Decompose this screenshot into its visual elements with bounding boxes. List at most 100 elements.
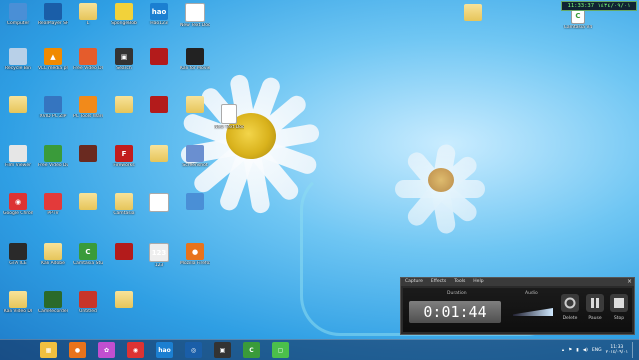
desktop-icon-film[interactable] xyxy=(144,96,174,134)
desktop-icon-folder[interactable] xyxy=(73,193,103,231)
desktop-icon-folder[interactable] xyxy=(180,96,210,134)
dub-icon xyxy=(44,145,62,162)
taskbar-realplayer-button[interactable]: ◎ xyxy=(185,342,202,358)
desktop-icon-dub[interactable]: Free Video Dub xyxy=(38,145,68,183)
desktop-icon-camtasia-v4[interactable]: C Camtasia V4 xyxy=(563,8,593,46)
taskbar-picasa-button[interactable]: ✿ xyxy=(98,342,115,358)
desktop-icon-folder[interactable]: L xyxy=(73,3,103,41)
desktop-icon-folder[interactable] xyxy=(144,145,174,183)
desktop-icon-folder[interactable]: Camtasia xyxy=(109,193,139,231)
desktop-icon-sponge[interactable]: SpongeBob xyxy=(109,3,139,41)
desktop-icon-computer[interactable]: Computer xyxy=(3,3,33,41)
taskbar-search-button[interactable]: ▣ xyxy=(214,342,231,358)
menu-tools[interactable]: Tools xyxy=(454,278,465,286)
taskbar-camtasia-button[interactable]: C xyxy=(243,342,260,358)
stop-button[interactable] xyxy=(610,294,628,312)
desktop-icon-movie[interactable]: Kali for Movie xyxy=(180,48,210,86)
desktop-icon-doc3[interactable]: 123 123 xyxy=(144,243,174,281)
stop-icon xyxy=(614,298,624,308)
taskbar-hao123-button[interactable]: hao xyxy=(156,342,173,358)
doc2-icon xyxy=(149,193,169,212)
desktop-icon-doc2[interactable] xyxy=(144,193,174,231)
desktop-icon-label: New Text Document xyxy=(214,125,244,130)
text-document-icon xyxy=(221,104,237,124)
desktop-icon-reel[interactable]: Film Viewer xyxy=(3,145,33,183)
flag-icon[interactable]: ⚑ xyxy=(568,348,572,353)
desktop-icon-folder[interactable]: Kali Video Dl xyxy=(3,291,33,329)
desktop-icon-screenshot[interactable]: Screenshot xyxy=(180,145,210,183)
taskbar-camtasia-recorder-button[interactable]: ▢ xyxy=(272,342,289,358)
camrec-icon xyxy=(44,291,62,308)
tray-arrow-icon[interactable]: ▴ xyxy=(562,348,564,353)
duration-label: Duration xyxy=(447,291,467,296)
desktop-icon-untitled[interactable]: Untitled xyxy=(73,291,103,329)
recorder-menubar: Capture Effects Tools Help xyxy=(401,278,634,286)
menu-capture[interactable]: Capture xyxy=(405,278,423,286)
desktop-icon-bin[interactable]: Recycle Bin xyxy=(3,48,33,86)
show-desktop-button[interactable] xyxy=(632,342,637,358)
camtasia-recorder-window[interactable]: Capture Effects Tools Help × Duration 0:… xyxy=(400,277,635,335)
camtasia-icon: C xyxy=(79,243,97,260)
desktop-icon-label: Screenshot xyxy=(182,163,208,168)
desktop-icon-label: Kali Adobe xyxy=(41,261,65,266)
taskbar-windows-explorer-button[interactable]: ▦ xyxy=(40,342,57,358)
flash-icon: F xyxy=(115,145,133,162)
desktop-icon-label: Fireworks xyxy=(113,163,135,168)
desktop-icon-folder[interactable] xyxy=(3,96,33,134)
desktop-icon-film[interactable] xyxy=(144,48,174,86)
gear-icon xyxy=(44,96,62,113)
folder-icon xyxy=(79,3,97,20)
desktop-icon-pctools[interactable]: PC Tools Ware xyxy=(73,96,103,134)
desktop-background: Computer RealPlayer SP L SpongeBob hao Hao123… xyxy=(0,0,639,360)
desktop-icon-label: New Text Document xyxy=(180,23,210,28)
search-icon: ▣ xyxy=(115,48,133,65)
volume-icon[interactable]: ◀) xyxy=(583,348,588,353)
desktop-icon-label: RealPlayer SP xyxy=(38,21,68,26)
desktop-icon-folder[interactable]: Kali Adobe xyxy=(38,243,68,281)
desktop-icon-firefox[interactable]: ● Mozilla Firefox xyxy=(180,243,210,281)
desktop-icon-folder[interactable] xyxy=(109,96,139,134)
audio-level-meter[interactable] xyxy=(513,308,553,316)
taskbar-firefox-button[interactable]: ● xyxy=(69,342,86,358)
desktop-icon-doc[interactable]: New Text Document xyxy=(180,3,210,41)
desktop-icon-film[interactable] xyxy=(109,243,139,281)
taskbar: ▦ ● ✿ ◉ hao ◎ ▣ C ▢ ▴ ⚑ ▮ ◀) ENG 11:33 ٢٠١٤/٠٩/٠… xyxy=(0,339,639,360)
pause-button[interactable] xyxy=(586,294,604,312)
network-icon[interactable]: ▮ xyxy=(576,348,578,353)
desktop-icon-label: XVID PC ZIP xyxy=(39,114,67,119)
film-icon xyxy=(150,96,168,113)
desktop-icon-top-right-folder[interactable] xyxy=(458,4,488,42)
bin-icon xyxy=(9,48,27,65)
language-indicator[interactable]: ENG xyxy=(592,348,602,353)
desktop-icon-hao[interactable]: hao Hao123 xyxy=(144,3,174,41)
desktop-icon-search[interactable]: ▣ Search xyxy=(109,48,139,86)
desktop-icon-new-text-document[interactable]: New Text Document xyxy=(214,104,244,142)
desktop-icon-chrome[interactable]: ◉Google Chrome xyxy=(3,193,33,231)
taskbar-clock[interactable]: 11:33 ٢٠١٤/٠٩/٠١ xyxy=(606,345,628,355)
desktop-icon-gta[interactable]: GTA ICE xyxy=(3,243,33,281)
desktop-icon-vlc[interactable]: ▲VLC media player xyxy=(38,48,68,86)
desktop-icon-gear[interactable]: XVID PC ZIP xyxy=(38,96,68,134)
desktop-icon-folder[interactable] xyxy=(109,291,139,329)
pctools-icon xyxy=(79,96,97,113)
start-button[interactable] xyxy=(2,342,19,358)
desktop-icon-camtasia[interactable]: CCamtasia Studio 8 xyxy=(73,243,103,281)
menu-help[interactable]: Help xyxy=(473,278,483,286)
desktop-icon-movie2[interactable] xyxy=(73,145,103,183)
menu-effects[interactable]: Effects xyxy=(431,278,446,286)
clock-overlay: 11:33:37 ١٤٣٤/٠٩/٠١ xyxy=(561,1,637,11)
desktop-icon-pptv[interactable]: PPTV xyxy=(38,193,68,231)
taskbar-chrome-button[interactable]: ◉ xyxy=(127,342,144,358)
recorder-panel: Duration 0:01:44 Audio Delete Pause Stop xyxy=(403,288,632,332)
desktop-icon-label: Computer xyxy=(6,21,30,26)
delete-button[interactable] xyxy=(561,294,579,312)
desktop-icon-freevid[interactable]: Free Video Dl xyxy=(73,48,103,86)
desktop-icon-pc[interactable] xyxy=(180,193,210,231)
close-icon[interactable]: × xyxy=(627,278,632,285)
desktop-icon-flash[interactable]: F Fireworks xyxy=(109,145,139,183)
desktop-icon-camrec[interactable]: CamRecorder 8 xyxy=(38,291,68,329)
desktop-icon-real[interactable]: RealPlayer SP xyxy=(38,3,68,41)
desktop-icon-label: Recycle Bin xyxy=(5,66,31,71)
firefox-icon: ● xyxy=(186,243,204,260)
system-tray: ▴ ⚑ ▮ ◀) ENG 11:33 ٢٠١٤/٠٩/٠١ xyxy=(562,342,637,358)
